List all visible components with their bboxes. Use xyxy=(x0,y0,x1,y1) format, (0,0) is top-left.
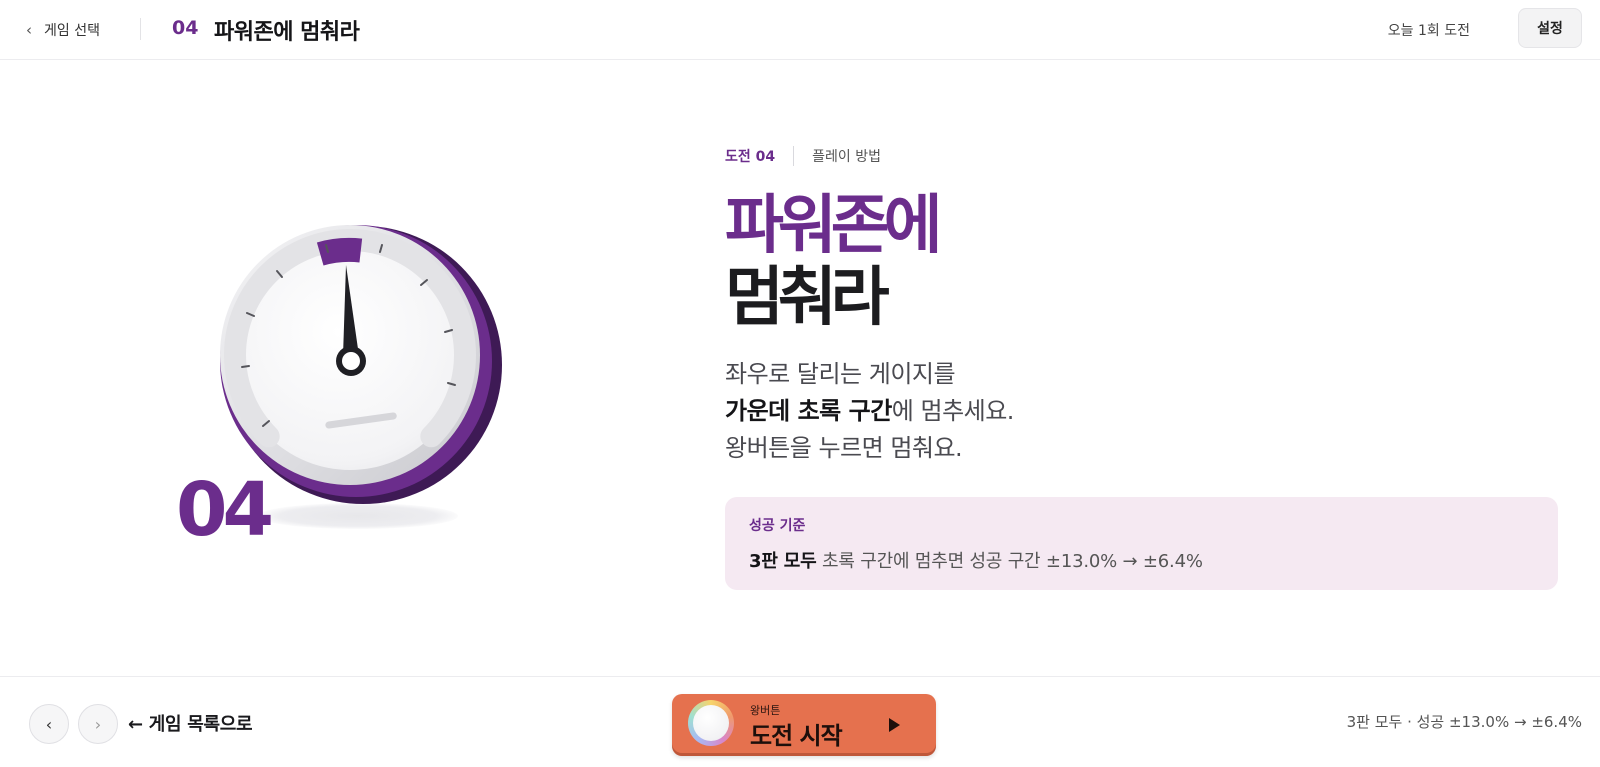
bottom-bar: ‹ › ← 게임 목록으로 왕버튼 도전 시작 3판 모두 · 성공 ±13.0… xyxy=(0,676,1600,767)
description-line2: 가운데 초록 구간에 멈추세요. xyxy=(725,393,1560,430)
hero-title-line2: 멈춰라 xyxy=(725,261,890,335)
footer-status: 3판 모두 · 성공 ±13.0% → ±6.4% xyxy=(1346,713,1582,731)
illustration-number: 04 xyxy=(176,467,274,553)
daily-attempt-count: 오늘 1회 도전 xyxy=(1387,23,1470,39)
orb-center xyxy=(693,705,729,741)
game-list-link[interactable]: ← 게임 목록으로 xyxy=(128,710,253,736)
play-icon xyxy=(889,718,900,732)
settings-button[interactable]: 설정 xyxy=(1518,8,1582,48)
start-challenge-button[interactable]: 왕버튼 도전 시작 xyxy=(672,694,936,756)
criteria-text: 3판 모두 초록 구간에 멈추면 성공 구간 ±13.0% → ±6.4% xyxy=(749,547,1534,573)
chevron-right-icon: › xyxy=(94,714,102,734)
hero-title-line1: 파워존에 xyxy=(725,189,943,263)
description: 좌우로 달리는 게이지를 가운데 초록 구간에 멈추세요. 왕버튼을 누르면 멈… xyxy=(725,356,1560,467)
how-to-play-label: 플레이 방법 xyxy=(812,149,881,165)
description-line1: 좌우로 달리는 게이지를 xyxy=(725,360,956,388)
back-label: 게임 선택 xyxy=(44,23,100,39)
back-to-game-select[interactable]: ‹ 게임 선택 xyxy=(26,17,100,43)
page-title: 파워존에 멈춰라 xyxy=(214,20,360,45)
description-line2-rest: 에 멈추세요. xyxy=(891,397,1015,425)
start-button-label: 도전 시작 xyxy=(750,722,843,750)
king-button-orb-icon xyxy=(688,700,734,746)
challenge-label: 도전 04 xyxy=(725,149,776,165)
app: ‹ 게임 선택 04 파워존에 멈춰라 오늘 1회 도전 설정 04 도전 04… xyxy=(0,0,1600,767)
criteria-bold: 3판 모두 xyxy=(749,551,817,572)
success-criteria-card: 성공 기준 3판 모두 초록 구간에 멈추면 성공 구간 ±13.0% → ±6… xyxy=(725,497,1558,590)
gauge-illustration: 04 xyxy=(170,215,510,560)
game-number: 04 xyxy=(172,17,199,39)
next-game-button[interactable]: › xyxy=(78,704,118,744)
header-divider xyxy=(140,18,141,40)
gauge-hub-inner xyxy=(342,352,360,370)
criteria-title: 성공 기준 xyxy=(749,518,806,534)
eyebrow: 도전 04 플레이 방법 xyxy=(725,140,1560,172)
eyebrow-divider xyxy=(793,146,795,166)
description-line3: 왕버튼을 누르면 멈춰요. xyxy=(725,434,963,462)
previous-game-button[interactable]: ‹ xyxy=(29,704,69,744)
chevron-left-icon: ‹ xyxy=(45,714,53,734)
top-bar: ‹ 게임 선택 04 파워존에 멈춰라 오늘 1회 도전 설정 xyxy=(0,0,1600,60)
description-highlight: 가운데 초록 구간 xyxy=(725,397,892,425)
criteria-detail: 초록 구간에 멈추면 성공 구간 ±13.0% → ±6.4% xyxy=(816,551,1203,572)
power-zone-arc xyxy=(316,238,363,266)
instructions-panel: 도전 04 플레이 방법 파워존에 멈춰라 좌우로 달리는 게이지를 가운데 초… xyxy=(725,140,1560,467)
chevron-left-icon: ‹ xyxy=(26,21,32,39)
